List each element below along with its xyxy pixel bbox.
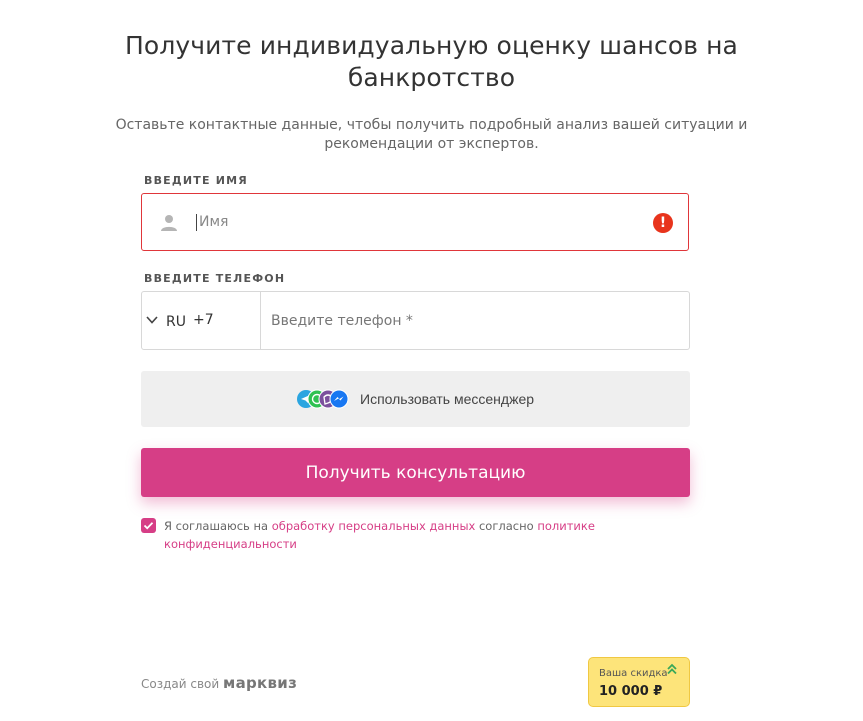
discount-label: Ваша скидка — [599, 668, 668, 679]
phone-input[interactable] — [271, 292, 671, 349]
name-input[interactable] — [199, 194, 639, 250]
name-field[interactable]: ! — [141, 193, 689, 251]
consent-text-middle: согласно — [475, 519, 538, 533]
country-code-select[interactable]: RU +7 — [141, 291, 261, 350]
person-icon — [161, 215, 177, 231]
name-field-label: Введите имя — [144, 174, 248, 187]
consent-checkbox[interactable] — [141, 518, 156, 533]
footer-brand-logo: марквиз — [223, 674, 298, 692]
footer-made-text: Создай свой — [141, 677, 220, 691]
checkmark-icon — [143, 522, 154, 530]
text-caret — [196, 214, 197, 231]
use-messenger-button[interactable]: Использовать мессенджер — [141, 371, 690, 427]
page-title: Получите индивидуальную оценку шансов на… — [125, 31, 738, 92]
messenger-icon — [329, 389, 349, 409]
messenger-icons-group — [297, 389, 349, 409]
get-consultation-button[interactable]: Получить консультацию — [141, 448, 690, 497]
double-chevron-up-icon — [667, 663, 677, 675]
phone-field-label: Введите телефон — [144, 272, 286, 285]
consent-text-before: Я соглашаюсь на — [164, 519, 272, 533]
phone-field[interactable] — [260, 291, 690, 350]
discount-badge[interactable]: Ваша скидка 10 000 ₽ — [588, 657, 690, 707]
error-icon: ! — [653, 213, 673, 233]
dial-code: +7 — [193, 312, 214, 328]
footer-made-with[interactable]: Создай свой марквиз — [141, 674, 297, 692]
discount-value: 10 000 ₽ — [599, 684, 663, 699]
consent-text: Я соглашаюсь на обработку персональных д… — [164, 517, 644, 553]
page-subtitle: Оставьте контактные данные, чтобы получи… — [115, 117, 748, 152]
country-code: RU — [166, 314, 186, 330]
use-messenger-label: Использовать мессенджер — [360, 391, 535, 407]
chevron-down-icon — [146, 316, 158, 324]
personal-data-link[interactable]: обработку персональных данных — [272, 519, 476, 533]
